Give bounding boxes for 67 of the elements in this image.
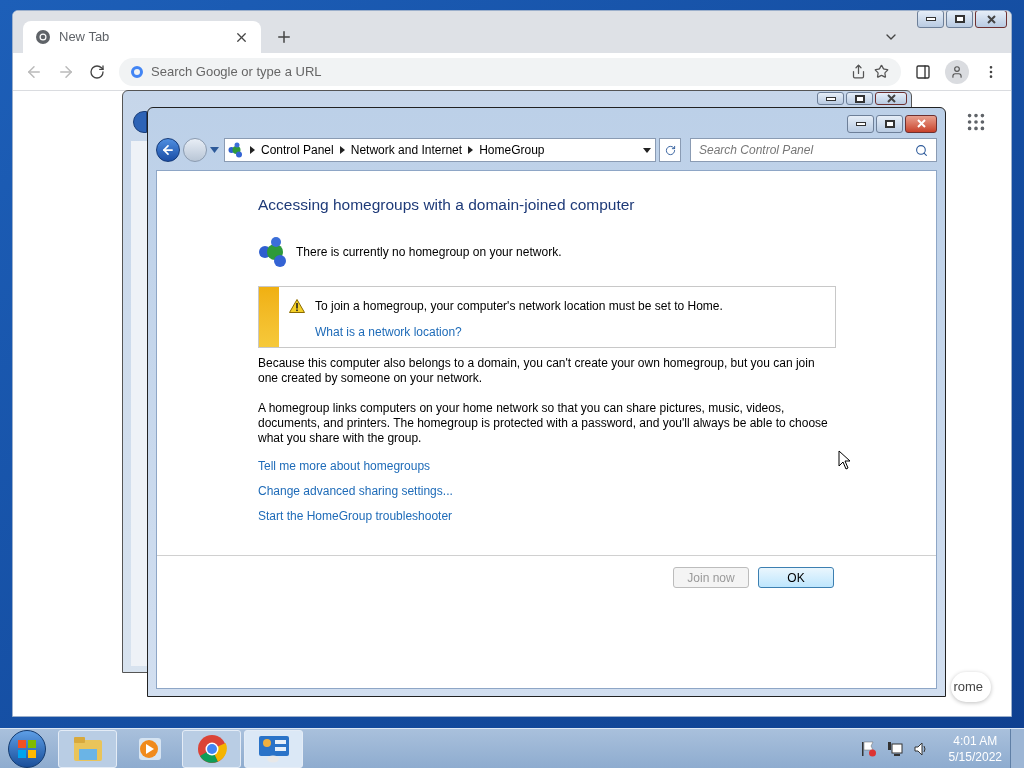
close-icon bbox=[886, 94, 896, 103]
warning-stripe bbox=[259, 287, 279, 348]
windows-logo-icon bbox=[17, 738, 37, 759]
apps-grid-icon[interactable] bbox=[965, 111, 987, 133]
minimize-button[interactable] bbox=[817, 92, 844, 105]
start-button[interactable] bbox=[8, 729, 46, 768]
breadcrumb-item[interactable]: Control Panel bbox=[261, 141, 334, 159]
address-bar[interactable]: Search Google or type a URL bbox=[119, 57, 901, 86]
warning-icon bbox=[289, 299, 305, 314]
refresh-button[interactable] bbox=[659, 138, 681, 162]
profile-avatar[interactable] bbox=[945, 59, 969, 84]
warning-text: To join a homegroup, your computer's network location must be set to Home. bbox=[315, 298, 723, 316]
close-icon bbox=[916, 119, 926, 128]
maximize-button[interactable] bbox=[846, 92, 873, 105]
breadcrumb-arrow-icon[interactable] bbox=[339, 146, 345, 154]
breadcrumb-item[interactable]: HomeGroup bbox=[479, 141, 545, 159]
browser-icon bbox=[196, 733, 227, 764]
help-link[interactable]: Start the HomeGroup troubleshooter bbox=[258, 509, 836, 525]
share-icon[interactable] bbox=[851, 64, 866, 79]
search-engine-icon bbox=[131, 65, 143, 78]
breadcrumb-arrow-icon[interactable] bbox=[250, 146, 255, 154]
close-button[interactable] bbox=[905, 114, 937, 133]
status-text: There is currently no homegroup on your network. bbox=[296, 244, 562, 262]
show-desktop-button[interactable] bbox=[1010, 728, 1024, 768]
taskbar-button[interactable] bbox=[182, 729, 241, 768]
recent-pages-icon[interactable] bbox=[210, 147, 219, 153]
bookmark-star-icon[interactable] bbox=[874, 64, 889, 79]
minimize-button[interactable] bbox=[917, 11, 944, 28]
dropdown-icon[interactable] bbox=[643, 147, 651, 153]
back-button[interactable] bbox=[156, 138, 180, 162]
close-button[interactable] bbox=[875, 92, 907, 105]
tab-title: New Tab bbox=[59, 28, 111, 47]
network-icon bbox=[228, 142, 244, 158]
close-button[interactable] bbox=[975, 11, 1007, 28]
control-panel-icon bbox=[257, 734, 290, 763]
browser-logo-icon bbox=[35, 29, 51, 45]
close-icon bbox=[986, 14, 996, 24]
maximize-button[interactable] bbox=[876, 114, 903, 133]
taskbar-button[interactable] bbox=[244, 729, 303, 768]
address-placeholder: Search Google or type a URL bbox=[151, 62, 323, 81]
dialog-button[interactable]: OK bbox=[758, 567, 834, 588]
mouse-pointer-icon bbox=[838, 450, 851, 470]
help-link[interactable]: Tell me more about homegroups bbox=[258, 459, 836, 475]
help-link[interactable]: Change advanced sharing settings... bbox=[258, 484, 836, 500]
breadcrumb-arrow-icon[interactable] bbox=[468, 146, 474, 154]
address-bar[interactable]: Control Panel Network and Internet HomeGroup bbox=[224, 138, 656, 162]
description-paragraph: A homegroup links computers on your home network so that you can share pictures, music, videos, documents, and printers. The homegroup is protected with a password, and you'll always be able to choose what you share with the group. bbox=[258, 401, 829, 447]
breadcrumb-item[interactable]: Network and Internet bbox=[350, 141, 463, 159]
reload-icon[interactable] bbox=[89, 63, 105, 80]
action-center-flag-icon[interactable] bbox=[860, 740, 877, 757]
maximize-button[interactable] bbox=[946, 11, 973, 28]
search-icon[interactable] bbox=[915, 143, 928, 157]
refresh-icon bbox=[664, 144, 676, 156]
side-panel-icon[interactable] bbox=[915, 63, 931, 80]
search-placeholder: Search Control Panel bbox=[699, 142, 815, 159]
description-paragraph: Because this computer also belongs to a domain, you can't create your own homegroup, but you can join one created by someone on your network. bbox=[258, 356, 816, 387]
browser-tab[interactable]: New Tab bbox=[23, 21, 261, 53]
volume-icon[interactable] bbox=[912, 740, 929, 757]
play-icon bbox=[136, 735, 163, 762]
new-tab-icon[interactable] bbox=[275, 28, 293, 46]
network-tray-icon[interactable] bbox=[886, 740, 903, 757]
folder-icon bbox=[72, 735, 103, 762]
network-location-link[interactable]: What is a network location? bbox=[315, 323, 723, 342]
page-heading: Accessing homegroups with a domain-joined computer bbox=[258, 195, 636, 215]
customize-chrome-button[interactable]: rome bbox=[951, 672, 991, 702]
minimize-button[interactable] bbox=[847, 114, 874, 133]
search-field[interactable]: Search Control Panel bbox=[690, 138, 937, 162]
